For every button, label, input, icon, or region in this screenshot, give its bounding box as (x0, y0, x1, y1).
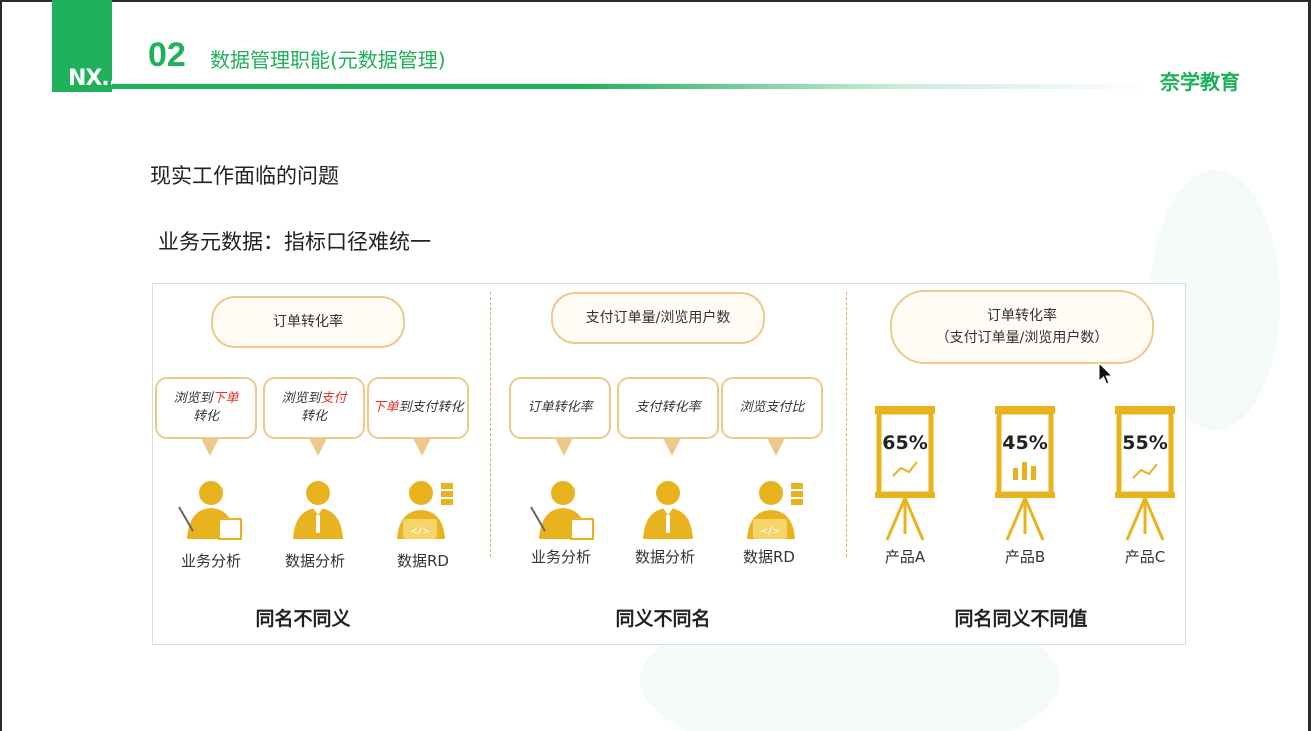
cloud-term: 支付订单量/浏览用户数 (551, 292, 765, 344)
role-label: 数据RD (397, 552, 449, 570)
brand-name: 奈学教育 (1160, 70, 1240, 94)
section-caption: 同名不同义 (255, 608, 351, 630)
product-label: 产品C (1124, 548, 1166, 566)
percent-value: 45% (1002, 432, 1048, 454)
window-frame-top (0, 0, 1311, 2)
cloud-term: 订单转化率 (211, 296, 405, 348)
role-label: 数据RD (743, 548, 795, 566)
presentation-board-icon (1115, 406, 1175, 541)
section-heading: 业务元数据：指标口径难统一 (158, 230, 431, 254)
highlight-text: 支付 (320, 391, 347, 406)
data-analyst-icon (643, 481, 693, 539)
speech-bubble: 浏览到支付 转化 (263, 377, 365, 456)
diagram-panel: 订单转化率 浏览到下单 转化 浏览到支付 转化 下单到支付转化 </> 业务分析… (152, 283, 1186, 645)
data-engineer-icon: </> (747, 481, 803, 539)
svg-text:</>: </> (761, 526, 779, 537)
data-engineer-icon: </> (397, 481, 453, 539)
highlight-text: 下单 (372, 400, 399, 415)
cloud-term-line: 订单转化率 (987, 308, 1057, 324)
section-separator (490, 292, 491, 557)
role-label: 业务分析 (180, 552, 241, 570)
highlight-text: 下单 (212, 391, 239, 406)
presentation-board-icon (875, 406, 935, 541)
business-analyst-icon (178, 481, 242, 540)
presentation-board-icon (995, 406, 1055, 541)
percent-value: 55% (1122, 432, 1168, 454)
header-divider (112, 84, 1152, 89)
speech-bubble: 支付转化率 (617, 377, 719, 456)
speech-bubble: 下单到支付转化 (367, 377, 469, 456)
role-label: 业务分析 (530, 548, 591, 566)
page-title: 数据管理职能(元数据管理) (210, 48, 446, 72)
speech-bubble: 浏览到下单 转化 (155, 377, 257, 456)
cloud-term-line: （支付订单量/浏览用户数） (935, 330, 1109, 346)
role-label: 数据分析 (634, 548, 695, 566)
role-label: 数据分析 (284, 552, 345, 570)
subtitle: 现实工作面临的问题 (150, 164, 339, 188)
section-separator (846, 292, 847, 557)
window-frame-left (0, 0, 2, 731)
mouse-cursor-icon (1098, 362, 1114, 385)
data-analyst-icon (293, 481, 343, 539)
section-caption: 同名同义不同值 (954, 608, 1088, 630)
speech-bubble: 订单转化率 (509, 377, 611, 456)
section-number: 02 (148, 36, 186, 74)
business-analyst-icon (530, 481, 594, 540)
speech-bubble: 浏览支付比 (721, 377, 823, 456)
product-label: 产品B (1004, 548, 1046, 566)
slide: NX... 02 数据管理职能(元数据管理) 奈学教育 现实工作面临的问题 业务… (0, 0, 1311, 731)
percent-value: 65% (882, 432, 928, 454)
cloud-term: 订单转化率 （支付订单量/浏览用户数） (890, 290, 1154, 364)
svg-text:</>: </> (411, 526, 429, 537)
product-label: 产品A (884, 548, 926, 566)
section-caption: 同义不同名 (615, 608, 711, 630)
